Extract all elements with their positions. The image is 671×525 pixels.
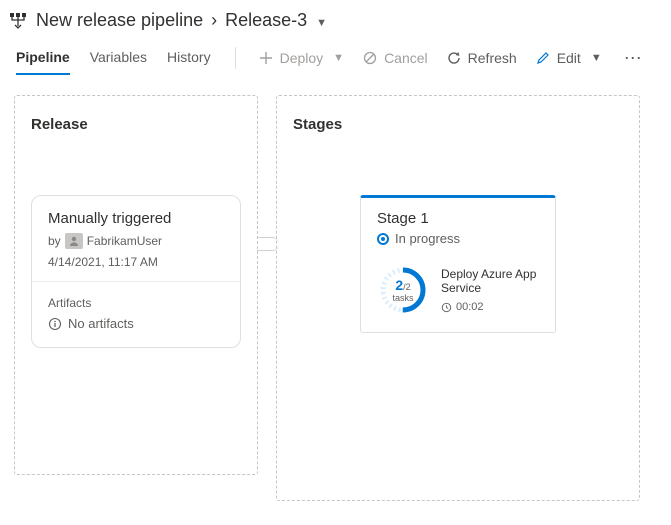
release-author: by FabrikamUser [48,233,224,249]
progress-ring: 2/2 tasks [377,264,429,316]
in-progress-icon [377,233,389,245]
chevron-down-icon: ▼ [333,52,344,64]
refresh-icon [446,50,462,66]
stage-status: In progress [377,231,539,246]
tab-variables[interactable]: Variables [90,41,147,75]
no-artifacts: No artifacts [48,316,224,331]
refresh-label: Refresh [468,50,517,66]
connector-line [257,237,279,251]
deploy-label: Deploy [280,50,324,66]
release-card[interactable]: Manually triggered by FabrikamUser 4/14/… [31,195,241,348]
more-button[interactable]: ⋯ [620,48,648,69]
author-name[interactable]: FabrikamUser [87,234,162,248]
tabs: Pipeline Variables History [16,41,211,75]
separator [235,47,236,69]
clock-icon [441,302,452,313]
chevron-down-icon: ▼ [316,17,327,29]
release-trigger: Manually triggered [48,210,224,227]
breadcrumb: New release pipeline › Release-3 ▼ [0,0,671,35]
info-icon [48,317,62,331]
by-label: by [48,234,61,248]
progress-current: 2 [395,277,403,293]
action-bar: Deploy ▼ Cancel Refresh Edit ▼ ⋯ [239,47,648,69]
cancel-icon [362,50,378,66]
edit-button[interactable]: Edit ▼ [535,50,602,66]
tasks-label: tasks [392,293,413,303]
breadcrumb-separator: › [211,10,217,31]
toolbar: Pipeline Variables History Deploy ▼ Canc… [0,35,671,75]
stages-panel: Stages Stage 1 In progress 2/2 [276,95,640,501]
refresh-button[interactable]: Refresh [446,50,517,66]
plus-icon [258,50,274,66]
chevron-down-icon: ▼ [591,52,602,64]
pipeline-name[interactable]: New release pipeline [36,10,203,31]
deploy-button[interactable]: Deploy ▼ [258,50,344,66]
edit-label: Edit [557,50,581,66]
task-elapsed: 00:02 [441,301,539,313]
release-panel: Release Manually triggered by FabrikamUs… [14,95,258,475]
pencil-icon [535,50,551,66]
cancel-button[interactable]: Cancel [362,50,428,66]
artifacts-label: Artifacts [48,296,224,310]
release-panel-title: Release [31,116,241,133]
release-name-label: Release-3 [225,10,307,30]
avatar [65,233,83,249]
elapsed-text: 00:02 [456,301,484,313]
task-name: Deploy Azure App Service [441,267,539,295]
stage-card[interactable]: Stage 1 In progress 2/2 tas [360,195,556,333]
no-artifacts-text: No artifacts [68,316,134,331]
release-name-dropdown[interactable]: Release-3 ▼ [225,10,327,31]
progress-total: /2 [403,282,411,292]
release-timestamp: 4/14/2021, 11:17 AM [48,255,224,269]
stages-panel-title: Stages [293,116,623,133]
cancel-label: Cancel [384,50,428,66]
stage-name: Stage 1 [377,210,539,227]
main-area: Release Manually triggered by FabrikamUs… [0,75,671,515]
pipeline-icon [10,12,28,30]
tab-pipeline[interactable]: Pipeline [16,41,70,75]
tab-history[interactable]: History [167,41,211,75]
stage-status-text: In progress [395,231,460,246]
